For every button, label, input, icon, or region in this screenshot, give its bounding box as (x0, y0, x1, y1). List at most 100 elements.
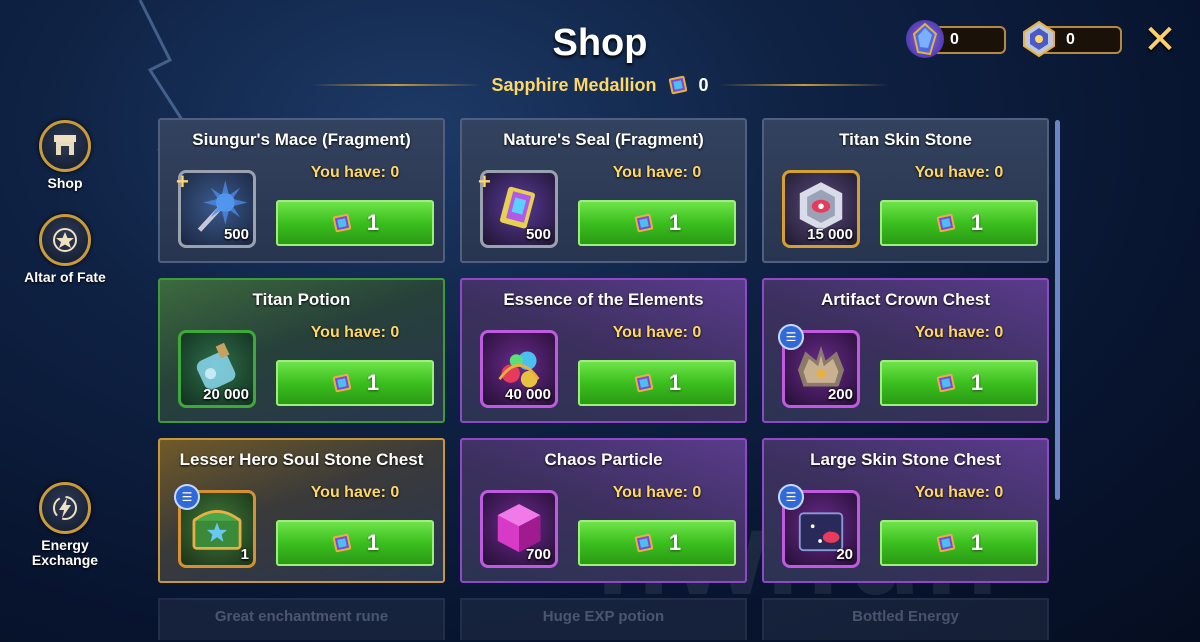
product-title: Artifact Crown Chest (820, 290, 991, 309)
shop-icon (39, 120, 91, 172)
price: 1 (668, 210, 682, 235)
price: 1 (366, 210, 380, 235)
product-card: Titan Potion 20 000 You have: 0 1 (158, 278, 445, 423)
chaos-particle-icon: 700 (480, 490, 558, 568)
item-quantity: 40 000 (505, 386, 551, 403)
owned-count: You have: 0 (310, 484, 400, 501)
contents-list-icon[interactable]: ☰ (778, 324, 804, 350)
currency-name: Sapphire Medallion (491, 74, 657, 95)
price: 1 (366, 530, 380, 555)
product-title: Chaos Particle (544, 450, 663, 469)
price: 1 (366, 370, 380, 395)
product-title: Lesser Hero Soul Stone Chest (179, 450, 424, 469)
medallion-icon (935, 212, 957, 234)
item-quantity: 20 000 (203, 386, 249, 403)
product-card-partial[interactable]: Bottled Energy (762, 598, 1049, 640)
elements-essence-icon: 40 000 (480, 330, 558, 408)
medallion-icon (633, 532, 655, 554)
currency-value: 0 (698, 74, 709, 95)
price: 1 (970, 530, 984, 555)
sidebar-label-energy-exchange: Energy Exchange (31, 537, 99, 568)
product-title: Essence of the Elements (503, 290, 704, 309)
buy-button[interactable]: 1 (578, 200, 736, 246)
product-card: Siungur's Mace (Fragment) + 500 You have… (158, 118, 445, 263)
divider-left (311, 84, 482, 86)
fragment-plus-icon: + (176, 169, 189, 194)
product-title: Large Skin Stone Chest (810, 450, 1001, 469)
product-title: Titan Skin Stone (839, 130, 972, 149)
contents-list-icon[interactable]: ☰ (174, 484, 200, 510)
sidebar-label-altar-of-fate: Altar of Fate (24, 269, 106, 285)
buy-button[interactable]: 1 (276, 520, 434, 566)
buy-button[interactable]: 1 (880, 520, 1038, 566)
medallion-icon (935, 372, 957, 394)
medallion-icon (331, 532, 353, 554)
owned-count: You have: 0 (612, 164, 702, 181)
buy-button[interactable]: 1 (880, 360, 1038, 406)
product-title: Siungur's Mace (Fragment) (192, 130, 411, 149)
price: 1 (970, 370, 984, 395)
emblem-value: 0 (1066, 31, 1075, 48)
medallion-icon (331, 212, 353, 234)
medallion-icon (633, 212, 655, 234)
sidebar-label-shop: Shop (47, 175, 83, 191)
medallion-icon (331, 372, 353, 394)
item-quantity: 1 (240, 546, 249, 563)
product-title: Titan Potion (252, 290, 351, 309)
product-grid: Siungur's Mace (Fragment) + 500 You have… (158, 118, 1050, 642)
potion-icon: 20 000 (178, 330, 256, 408)
product-title: Huge EXP potion (542, 608, 665, 625)
product-card: Chaos Particle 700 You have: 0 1 (460, 438, 747, 583)
product-card: Lesser Hero Soul Stone Chest ☰ 1 You hav… (158, 438, 445, 583)
sidebar-item-energy-exchange[interactable]: Energy Exchange (20, 482, 110, 568)
product-card-partial[interactable]: Huge EXP potion (460, 598, 747, 640)
buy-button[interactable]: 1 (578, 360, 736, 406)
buy-button[interactable]: 1 (276, 360, 434, 406)
scrollbar[interactable] (1055, 120, 1060, 500)
energy-crystal-icon (906, 20, 944, 58)
product-card: Artifact Crown Chest ☰ 200 You have: 0 1 (762, 278, 1049, 423)
skin-stone-icon: 15 000 (782, 170, 860, 248)
divider-right (718, 84, 889, 86)
sidebar-item-shop[interactable]: Shop (20, 120, 110, 191)
owned-count: You have: 0 (612, 484, 702, 501)
price: 1 (668, 370, 682, 395)
currency-row: Sapphire Medallion 0 (0, 74, 1200, 96)
product-card: Large Skin Stone Chest ☰ 20 You have: 0 … (762, 438, 1049, 583)
item-quantity: 700 (525, 546, 551, 563)
product-title: Great enchantment rune (214, 608, 389, 625)
buy-button[interactable]: 1 (276, 200, 434, 246)
fragment-plus-icon: + (478, 169, 491, 194)
price: 1 (668, 530, 682, 555)
item-quantity: 200 (827, 386, 853, 403)
buy-button[interactable]: 1 (880, 200, 1038, 246)
owned-count: You have: 0 (914, 324, 1004, 341)
owned-count: You have: 0 (914, 484, 1004, 501)
product-title: Bottled Energy (852, 608, 959, 625)
item-quantity: 15 000 (807, 226, 853, 243)
medallion-icon (935, 532, 957, 554)
item-quantity: 500 (525, 226, 551, 243)
contents-list-icon[interactable]: ☰ (778, 484, 804, 510)
product-card: Nature's Seal (Fragment) + 500 You have:… (460, 118, 747, 263)
lightning-swap-icon (39, 482, 91, 534)
emblem-badge-icon (1020, 20, 1058, 58)
owned-count: You have: 0 (612, 324, 702, 341)
product-card: Essence of the Elements 40 000 You have:… (460, 278, 747, 423)
star-shield-icon (39, 214, 91, 266)
item-quantity: 20 (836, 546, 853, 563)
owned-count: You have: 0 (914, 164, 1004, 181)
energy-value: 0 (950, 31, 959, 48)
owned-count: You have: 0 (310, 324, 400, 341)
product-title: Nature's Seal (Fragment) (503, 130, 704, 149)
medallion-icon (633, 372, 655, 394)
sidebar-item-altar-of-fate[interactable]: Altar of Fate (20, 214, 110, 285)
item-quantity: 500 (223, 226, 249, 243)
product-card: Titan Skin Stone 15 000 You have: 0 1 (762, 118, 1049, 263)
buy-button[interactable]: 1 (578, 520, 736, 566)
close-button[interactable]: ✕ (1140, 20, 1180, 60)
product-card-partial[interactable]: Great enchantment rune (158, 598, 445, 640)
owned-count: You have: 0 (310, 164, 400, 181)
medallion-icon (667, 74, 689, 96)
price: 1 (970, 210, 984, 235)
